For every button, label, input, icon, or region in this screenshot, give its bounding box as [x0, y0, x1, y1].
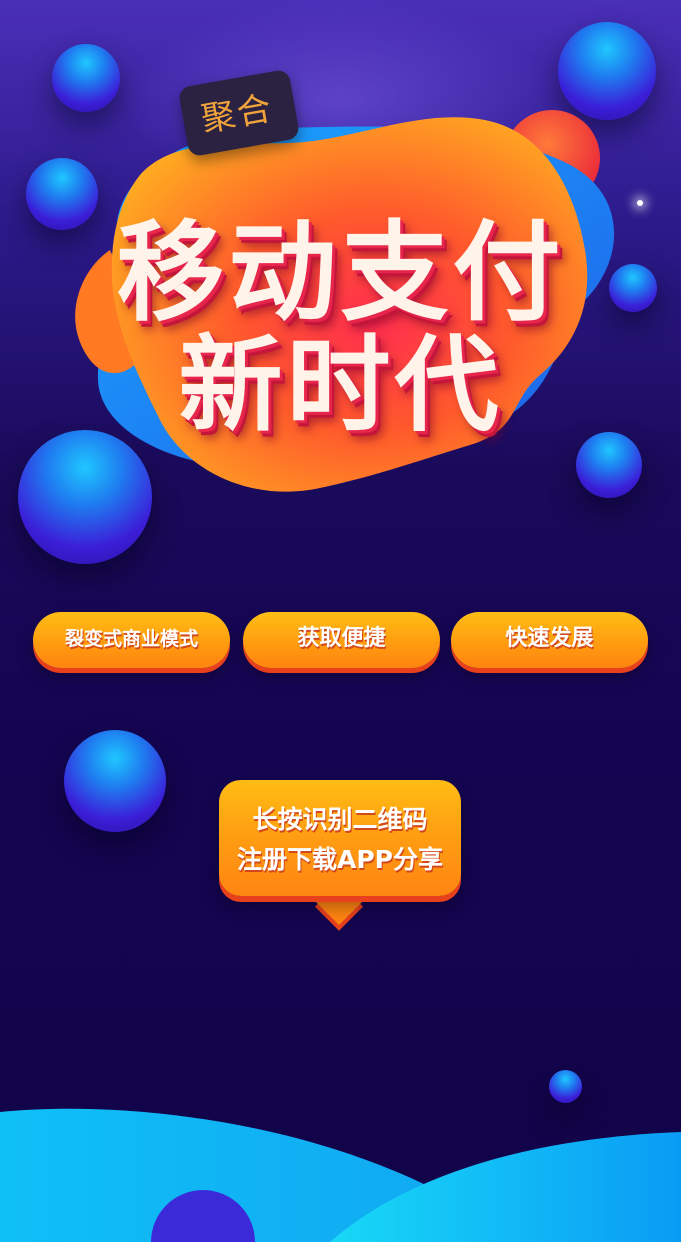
feature-pill-easy-access: 获取便捷 [243, 612, 440, 668]
tag-label: 聚合 [198, 88, 277, 141]
headline-line-2: 新时代 [178, 324, 503, 446]
cta-line-register-download: 注册下载APP分享 [237, 845, 443, 874]
bottom-wave-decoration [0, 1108, 681, 1242]
sphere-decoration [64, 730, 166, 832]
feature-pill-viral-business-model: 裂变式商业模式 [33, 612, 230, 668]
cta-bubble[interactable] [219, 780, 461, 896]
feature-pill-fast-growth: 快速发展 [451, 612, 648, 668]
cta-line-scan-qr: 长按识别二维码 [252, 805, 428, 834]
